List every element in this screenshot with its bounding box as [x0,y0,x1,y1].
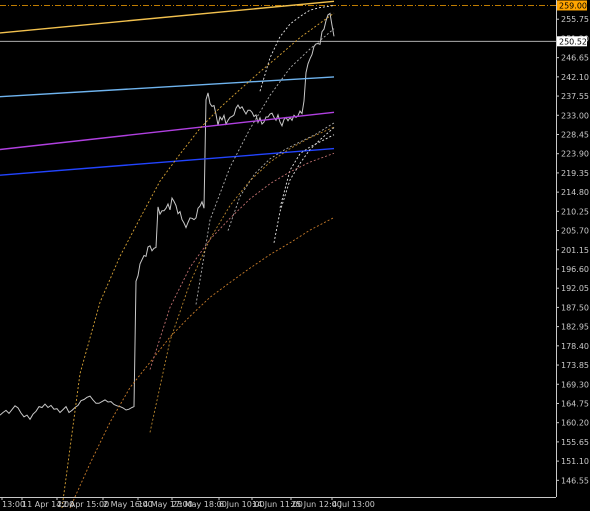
y-tick-label: 182.95 [561,323,589,332]
y-tick-label: 255.75 [561,15,589,24]
price-axis: 255.75251.20246.65242.10237.55233.00228.… [556,0,589,497]
y-tick-label: 219.35 [561,169,589,178]
y-tick-label: 173.85 [561,361,589,370]
price-label-text: 250.52 [559,37,587,46]
y-tick-label: 242.10 [561,73,589,82]
y-tick-label: 205.70 [561,227,589,236]
y-tick-label: 201.15 [561,246,589,255]
price-label-0: 259.00 [557,0,587,10]
y-tick-label: 178.40 [561,342,589,351]
y-tick-label: 214.80 [561,188,589,197]
chart-background [0,0,590,511]
y-tick-label: 192.05 [561,284,589,293]
x-tick-label: 22 Apr 15:00 [57,500,109,509]
y-tick-label: 160.20 [561,419,589,428]
y-tick-label: 246.65 [561,54,589,63]
y-tick-label: 223.90 [561,150,589,159]
y-tick-label: 196.60 [561,265,589,274]
y-tick-label: 210.25 [561,207,589,216]
price-label-text: 259.00 [559,1,587,10]
y-tick-label: 237.55 [561,92,589,101]
y-tick-label: 151.10 [561,457,589,466]
y-tick-label: 169.30 [561,380,589,389]
y-tick-label: 164.75 [561,399,589,408]
y-tick-label: 187.50 [561,303,589,312]
y-tick-label: 233.00 [561,111,589,120]
y-tick-label: 228.45 [561,130,589,139]
price-label-1: 250.52 [557,36,587,47]
y-tick-label: 155.65 [561,438,589,447]
y-tick-label: 146.55 [561,476,589,485]
price-chart[interactable]: 255.75251.20246.65242.10237.55233.00228.… [0,0,590,511]
x-tick-label: 4 Jul 13:00 [332,500,375,509]
